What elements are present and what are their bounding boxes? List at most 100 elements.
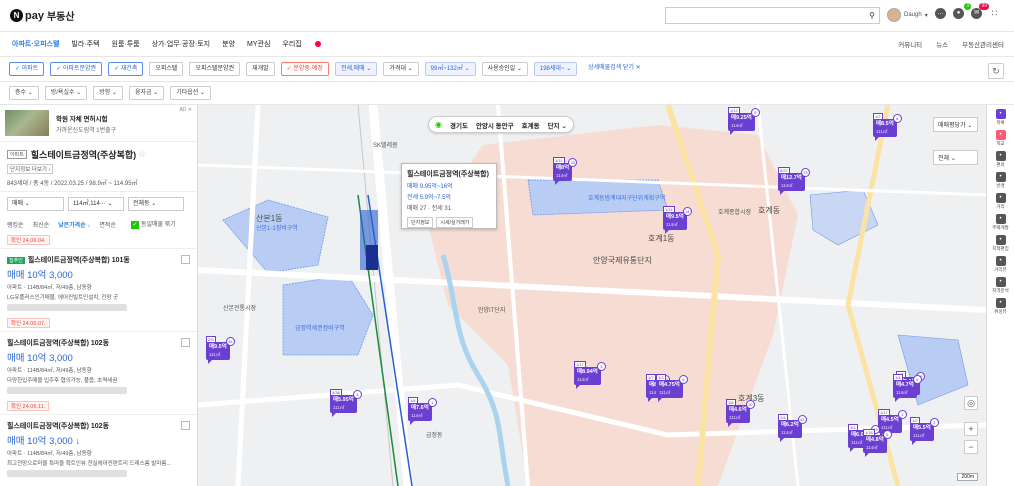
price-marker[interactable]: 1/4 42 매6.2억 114㎡ <box>778 414 807 442</box>
filter-chip-11[interactable]: 198세대~ ⌄ <box>533 62 578 76</box>
filter-chip-5[interactable]: 재개발 <box>246 62 275 76</box>
price-marker[interactable]: 3/38 4 매5.95억 111㎡ <box>330 389 362 417</box>
sub-filter-3[interactable]: 융자금 ⌄ <box>128 86 165 100</box>
nav-tab-5[interactable]: MY관심 <box>247 39 270 49</box>
tool-6[interactable]: • 지적편집 <box>990 235 1012 252</box>
listing-name[interactable]: 힐스테이트금정역(주상복합) 102동 <box>7 340 109 347</box>
chat-icon[interactable]: … <box>935 8 946 19</box>
school-icon[interactable]: • <box>995 130 1006 140</box>
price-marker[interactable]: 1/16 5 매4.8억 114㎡ <box>863 429 892 457</box>
nav-center-link[interactable]: 부동산관리센터 <box>962 39 1004 49</box>
map-filter-select[interactable]: 전체 ⌄ <box>933 150 978 165</box>
tool-3[interactable]: • 반경 <box>990 172 1012 189</box>
complex-popup[interactable]: 힐스테이트금정역(주상복합) 매매 9.95억~16억 전세 5.9억~7.5억… <box>401 163 497 229</box>
apps-icon[interactable]: ∷ <box>989 8 1000 19</box>
area-select[interactable]: 114㎡,114··· ⌄ <box>68 197 124 211</box>
price-marker[interactable]: 8/27 73 매12.7억 114㎡ <box>778 167 810 195</box>
ad-close-button[interactable]: AD ✕ <box>179 107 192 113</box>
filter-chip-6[interactable]: ✓ 분양중·예정 <box>280 62 329 76</box>
nav-tab-1[interactable]: 빌라·주택 <box>71 39 99 49</box>
price-marker[interactable]: 1/3 6 매4.75억 111㎡ <box>656 374 688 402</box>
breadcrumb-city[interactable]: 안양시 동안구 <box>476 120 514 130</box>
zoom-out-button[interactable]: − <box>964 440 978 454</box>
tool-8[interactable]: • 지역분석 <box>990 277 1012 294</box>
sub-filter-0[interactable]: 층수 ⌄ <box>9 86 39 100</box>
price-marker[interactable]: 1/2 6 매8.5억 111㎡ <box>873 113 902 141</box>
develop-icon[interactable]: • <box>995 214 1006 224</box>
filter-chip-2[interactable]: ✓ 재건축 <box>108 62 144 76</box>
search-icon[interactable]: ⚲ <box>869 11 875 20</box>
complex-info-link[interactable]: 단지정보 더보기 › <box>7 164 54 174</box>
price-marker[interactable]: 1/6 10 매4.6억 111㎡ <box>726 399 755 427</box>
nav-community-link[interactable]: 커뮤니티 <box>898 39 922 49</box>
my-location-icon[interactable]: ◎ <box>964 396 978 410</box>
filter-chip-8[interactable]: 가격대 ⌄ <box>383 62 419 76</box>
same-merge-toggle[interactable]: ✓ 동일매물 묶기 <box>130 219 176 229</box>
sub-filter-1[interactable]: 방/욕실수 ⌄ <box>44 86 88 100</box>
tool-9[interactable]: • 위성뷰 <box>990 298 1012 315</box>
user-name[interactable]: Daugh <box>904 12 922 18</box>
nav-tab-3[interactable]: 상가·업무·공장·토지 <box>152 39 211 49</box>
ad-title[interactable]: 학원 자체 면허시험 <box>56 113 116 123</box>
avatar[interactable] <box>887 8 901 22</box>
ruler-icon[interactable]: • <box>995 193 1006 203</box>
ad-image[interactable] <box>5 110 49 136</box>
refresh-icon[interactable]: ↻ <box>988 63 1004 79</box>
filter-chip-7[interactable]: 전세,매매 ⌄ <box>334 62 378 76</box>
satellite-icon[interactable]: • <box>995 298 1006 308</box>
price-marker[interactable]: 1/17 3 매8.94억 114㎡ <box>574 361 606 389</box>
chevron-down-icon[interactable]: ▾ <box>925 12 928 19</box>
listing-item[interactable]: 집주인 힐스테이트금정역(주상복합) 101동 매매 10억 3,000 아파트 · … <box>0 248 197 315</box>
price-marker[interactable]: 2/5 45 매9.5억 111㎡ <box>206 336 235 364</box>
chart-icon[interactable]: • <box>995 277 1006 287</box>
tool-1[interactable]: • 학교 <box>990 130 1012 147</box>
circle-icon[interactable]: • <box>995 172 1006 182</box>
sub-filter-2[interactable]: 방향 ⌄ <box>93 86 123 100</box>
star-icon[interactable]: ☆ <box>138 149 146 159</box>
ad-banner[interactable]: 학원 자체 면허시험 가까운신도림역 1번출구 AD ✕ <box>0 105 197 142</box>
sort-option-2[interactable]: 낮은가격순 ↓ <box>58 220 90 229</box>
map[interactable]: ◉ 경기도 안양시 동안구 호계동 단지 ⌄ 산본1동 산본1-1정비구역 금정역세… <box>198 105 986 486</box>
filter-chip-12[interactable]: 상세매물검색 닫기 ✕ <box>583 62 646 76</box>
price-marker[interactable]: 1/2 2 매5.5억 111㎡ <box>910 417 939 445</box>
listing-item[interactable]: 힐스테이트금정역(주상복합) 102동 매매 10억 3,000 아파트 · 114… <box>0 331 197 398</box>
logo[interactable]: N pay 부동산 <box>10 8 75 23</box>
tool-4[interactable]: • 거리 <box>990 193 1012 210</box>
nav-tab-0[interactable]: 아파트·오피스텔 <box>12 39 59 49</box>
sort-option-0[interactable]: 랭킹순 <box>7 220 24 229</box>
search-input[interactable] <box>666 8 856 23</box>
price-marker[interactable]: 1/4 1 매7.6억 114㎡ <box>408 397 437 425</box>
nav-tab-4[interactable]: 분양 <box>222 39 235 49</box>
filter-chip-9[interactable]: 99㎡~132㎡ ⌄ <box>424 62 476 76</box>
breadcrumb-province[interactable]: 경기도 <box>450 120 468 130</box>
listing-name[interactable]: 힐스테이트금정역(주상복합) 102동 <box>7 423 109 430</box>
bell-icon[interactable]: ● 3 <box>953 3 971 19</box>
price-marker[interactable]: 1/11 33 매8억 114㎡ <box>553 157 578 185</box>
compare-icon[interactable] <box>181 255 190 264</box>
tool-0[interactable]: • 목록 <box>990 109 1012 126</box>
listing-name[interactable]: 힐스테이트금정역(주상복합) 101동 <box>28 257 130 264</box>
nav-tab-6[interactable]: 우리집 <box>282 39 301 49</box>
nav-tab-2[interactable]: 원룸·투룸 <box>112 39 140 49</box>
tool-5[interactable]: • 주택개발 <box>990 214 1012 231</box>
sort-option-1[interactable]: 최신순 <box>33 220 50 229</box>
list-icon[interactable]: • <box>995 109 1006 119</box>
tool-7[interactable]: • 거리뷰 <box>990 256 1012 273</box>
price-marker[interactable]: 1/11 14 매9.5억 114㎡ <box>663 206 692 234</box>
street-view-icon[interactable]: • <box>995 256 1006 266</box>
price-marker[interactable]: 1/12 9 매9.25억 114㎡ <box>728 107 760 135</box>
zoom-in-button[interactable]: + <box>964 422 978 436</box>
compare-icon[interactable] <box>181 338 190 347</box>
filter-chip-3[interactable]: 오피스텔 <box>149 62 184 76</box>
filter-chip-1[interactable]: ✓ 아파트분양권 <box>50 62 103 76</box>
filter-chip-10[interactable]: 사용승인일 ⌄ <box>481 62 528 76</box>
breadcrumb-complex[interactable]: 단지 ⌄ <box>548 120 567 130</box>
sub-filter-4[interactable]: 기타옵션 ⌄ <box>170 86 211 100</box>
listing-item[interactable]: 힐스테이트금정역(주상복합) 102동 매매 10억 3,000 ↓ 아파트 · 1… <box>0 414 197 481</box>
nav-news-link[interactable]: 뉴스 <box>936 39 948 49</box>
store-icon[interactable]: • <box>995 151 1006 161</box>
filter-chip-0[interactable]: ✓ 아파트 <box>9 62 45 76</box>
user-menu[interactable]: Daugh ▾ <box>887 8 928 22</box>
price-marker[interactable]: 1/4 9 매4.7억 114㎡ <box>893 374 922 402</box>
filter-chip-4[interactable]: 오피스텔분양권 <box>189 62 241 76</box>
